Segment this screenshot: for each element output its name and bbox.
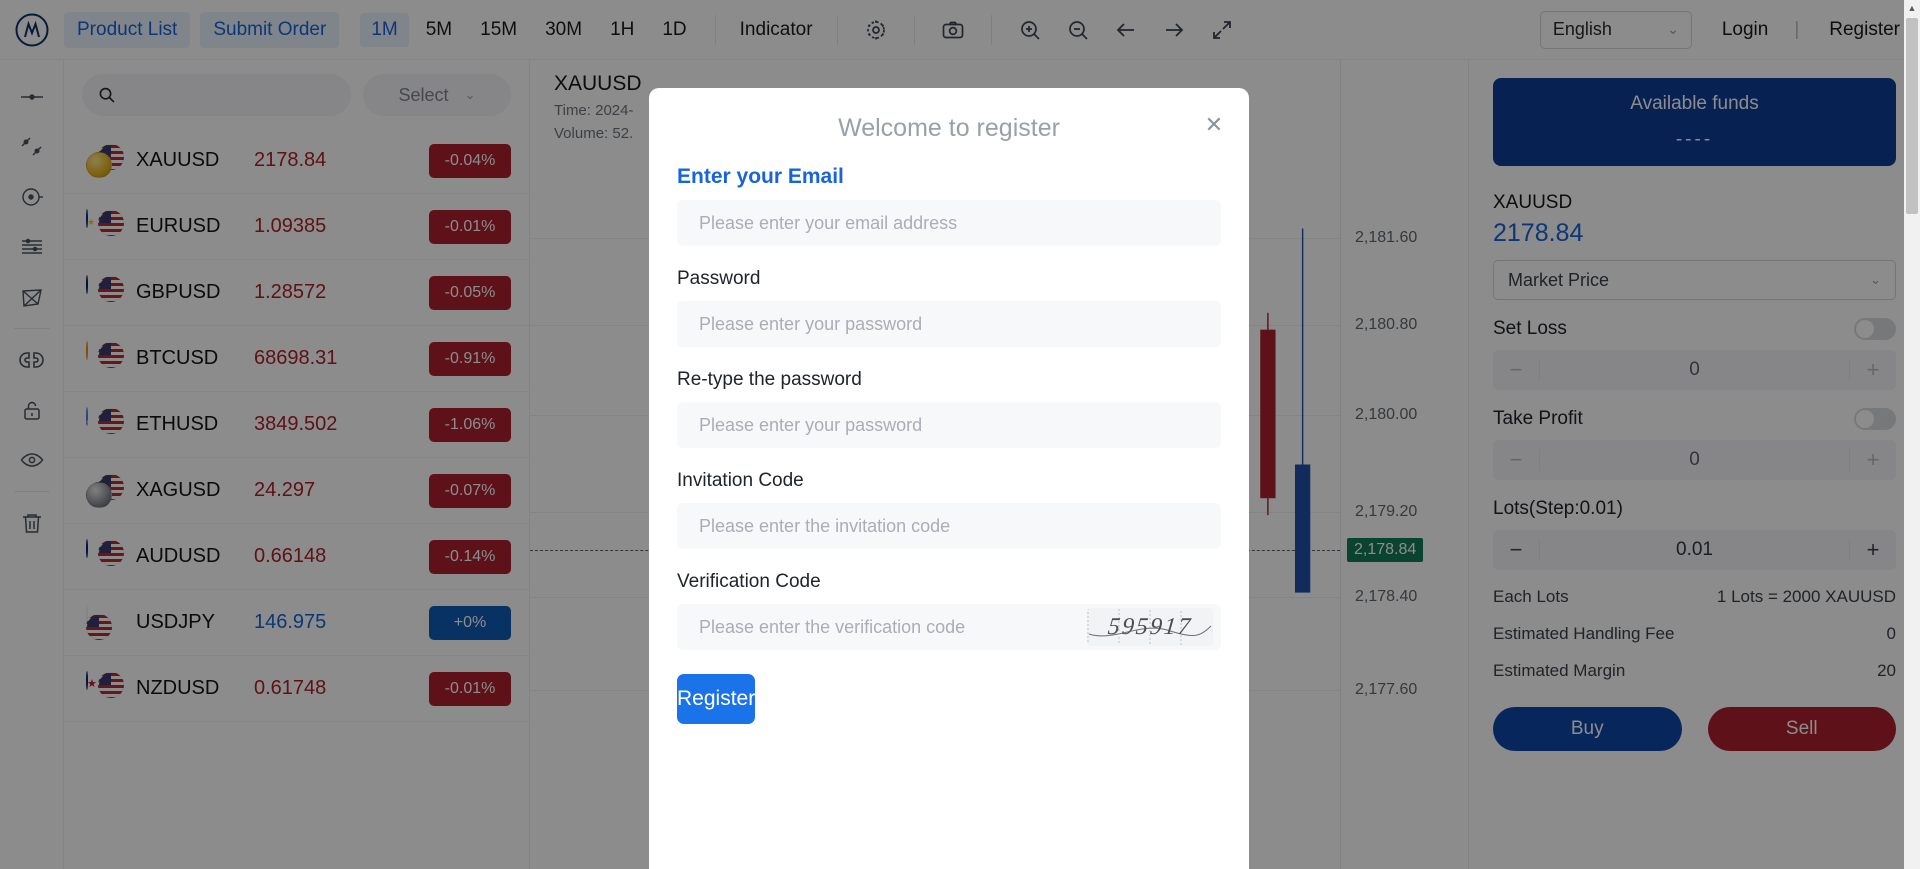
- trading-platform-page: Product List Submit Order 1M 5M 15M 30M …: [0, 0, 1920, 869]
- field-input-wrap[interactable]: [677, 503, 1221, 549]
- field-input[interactable]: [699, 414, 1199, 436]
- field-label: Verification Code: [677, 571, 821, 592]
- modal-title: Welcome to register: [838, 114, 1060, 142]
- field-label: Enter your Email: [677, 165, 844, 188]
- register-submit-button[interactable]: Register: [677, 674, 756, 724]
- register-form: Enter your Email Password Re-type the pass…: [677, 165, 1221, 650]
- captcha-text: 595917: [1106, 613, 1194, 640]
- field-input-wrap[interactable]: [677, 402, 1221, 448]
- field-label: Password: [677, 268, 761, 289]
- field-input-wrap[interactable]: [677, 301, 1221, 347]
- field-input[interactable]: [699, 212, 1199, 234]
- captcha-image[interactable]: 595917: [1087, 608, 1213, 646]
- field-input[interactable]: [699, 515, 1199, 537]
- field-label: Invitation Code: [677, 470, 804, 491]
- close-icon[interactable]: ✕: [1201, 112, 1227, 138]
- field-input[interactable]: [699, 313, 1199, 335]
- scroll-up-arrow-icon[interactable]: ▲: [1904, 0, 1920, 16]
- page-scrollbar[interactable]: ▲: [1904, 0, 1920, 869]
- field-label: Re-type the password: [677, 369, 862, 390]
- field-input-wrap[interactable]: 595917: [677, 604, 1221, 650]
- field-input-wrap[interactable]: [677, 200, 1221, 246]
- scrollbar-thumb[interactable]: [1906, 18, 1918, 214]
- register-modal: Welcome to register ✕ Enter your Email Pa…: [649, 88, 1249, 869]
